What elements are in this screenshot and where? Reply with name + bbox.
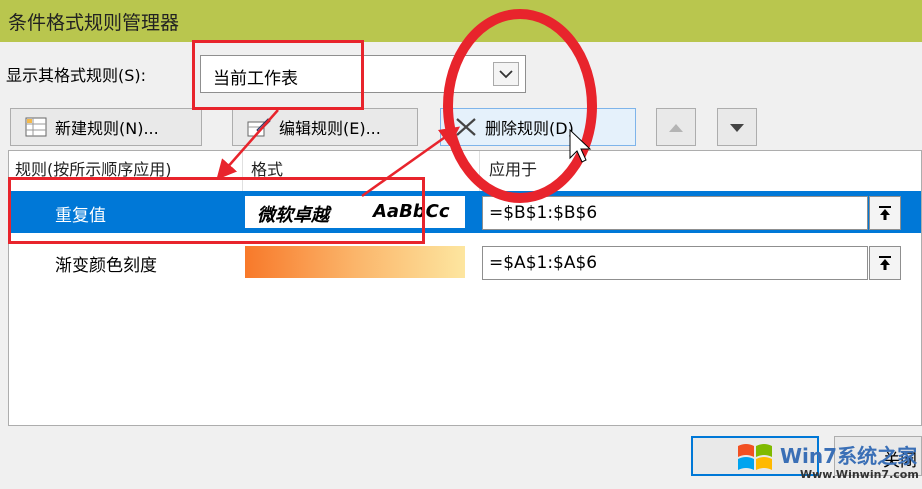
annotation-arrow (216, 109, 279, 180)
watermark-url: Www.Winwin7.com (800, 468, 919, 481)
annotation-arrow (361, 126, 461, 198)
watermark: Win7系统之家 Www.Winwin7.com (730, 430, 920, 486)
annotation-circle (443, 9, 597, 203)
watermark-text: Win7系统之家 (780, 444, 918, 468)
annotation-overlay (216, 9, 597, 203)
windows-logo-icon (738, 444, 772, 470)
